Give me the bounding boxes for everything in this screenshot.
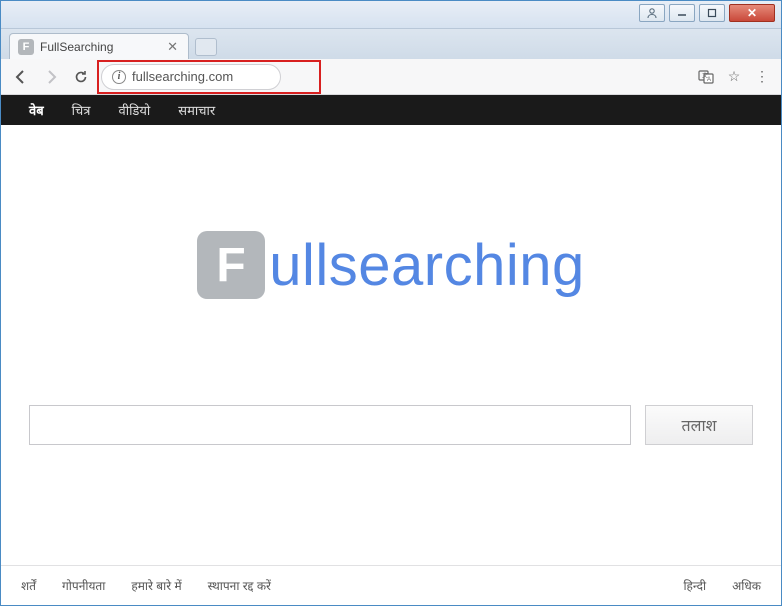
menu-icon[interactable]: ⋮ (753, 68, 771, 86)
logo-icon: F (197, 231, 265, 299)
maximize-icon (707, 8, 717, 18)
new-tab-button[interactable] (195, 38, 217, 56)
translate-icon[interactable]: 文A (697, 68, 715, 86)
footer: शर्तें गोपनीयता हमारे बारे में स्थापना र… (1, 565, 781, 605)
browser-tab[interactable]: F FullSearching ✕ (9, 33, 189, 59)
reload-button[interactable] (71, 67, 91, 87)
nav-images[interactable]: चित्र (58, 95, 105, 125)
search-row: तलाश (1, 405, 781, 445)
tab-close-icon[interactable]: ✕ (165, 39, 180, 55)
nav-news[interactable]: समाचार (164, 95, 229, 125)
forward-icon (43, 69, 59, 85)
logo: F ullsearching (197, 231, 585, 299)
logo-text: ullsearching (269, 232, 585, 299)
urlbar-wrap: i fullsearching.com (101, 64, 281, 90)
close-button[interactable]: ✕ (729, 4, 775, 22)
maximize-button[interactable] (699, 4, 725, 22)
titlebar: ✕ (1, 1, 781, 29)
footer-uninstall[interactable]: स्थापना रद्द करें (208, 577, 271, 594)
page-body: F ullsearching तलाश शर्तें गोपनीयता हमार… (1, 125, 781, 605)
url-text: fullsearching.com (132, 69, 233, 84)
back-icon (13, 69, 29, 85)
tab-title: FullSearching (40, 40, 159, 54)
hero: F ullsearching (1, 125, 781, 405)
minimize-button[interactable] (669, 4, 695, 22)
category-nav: वेब चित्र वीडियो समाचार (1, 95, 781, 125)
footer-about[interactable]: हमारे बारे में (131, 577, 181, 594)
footer-privacy[interactable]: गोपनीयता (62, 577, 105, 594)
window-buttons: ✕ (639, 4, 775, 22)
site-info-icon[interactable]: i (112, 70, 126, 84)
svg-text:A: A (707, 77, 711, 83)
footer-lang[interactable]: हिन्दी (683, 577, 706, 594)
footer-more[interactable]: अधिक (732, 577, 761, 594)
back-button[interactable] (11, 67, 31, 87)
content-area: वेब चित्र वीडियो समाचार F ullsearching त… (1, 95, 781, 605)
toolbar: i fullsearching.com 文A ☆ ⋮ (1, 59, 781, 95)
footer-terms[interactable]: शर्तें (21, 577, 36, 594)
search-input[interactable] (29, 405, 631, 445)
url-bar[interactable]: i fullsearching.com (101, 64, 281, 90)
minimize-icon (677, 8, 687, 18)
nav-video[interactable]: वीडियो (104, 95, 164, 125)
search-button[interactable]: तलाश (645, 405, 753, 445)
forward-button[interactable] (41, 67, 61, 87)
tab-strip: F FullSearching ✕ (1, 29, 781, 59)
user-button[interactable] (639, 4, 665, 22)
browser-window: ✕ F FullSearching ✕ i fullsearching.com (0, 0, 782, 606)
user-icon (646, 7, 658, 19)
reload-icon (73, 69, 89, 85)
favicon: F (18, 39, 34, 55)
nav-web[interactable]: वेब (15, 95, 58, 125)
bookmark-icon[interactable]: ☆ (725, 68, 743, 86)
